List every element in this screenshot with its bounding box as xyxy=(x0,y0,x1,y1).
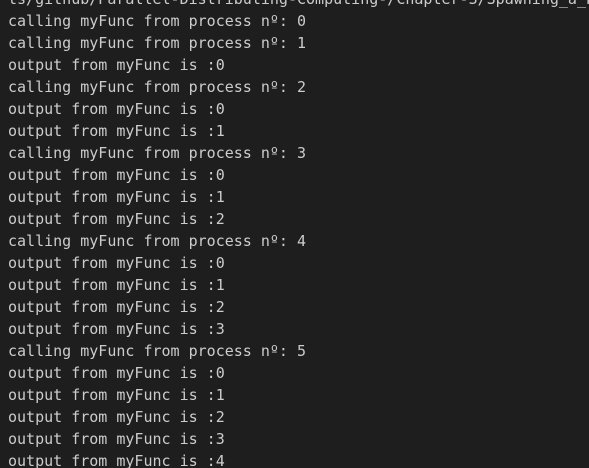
terminal-line: output from myFunc is :0 xyxy=(8,100,225,118)
terminal-line: output from myFunc is :0 xyxy=(8,166,225,184)
terminal-output: ts/github/Parallel-Distributing-Computin… xyxy=(8,0,589,468)
terminal-line: output from myFunc is :2 xyxy=(8,210,225,228)
terminal-line: output from myFunc is :0 xyxy=(8,56,225,74)
terminal-line: output from myFunc is :1 xyxy=(8,276,225,294)
terminal-line: output from myFunc is :0 xyxy=(8,364,225,382)
terminal-panel[interactable]: ts/github/Parallel-Distributing-Computin… xyxy=(0,0,589,468)
terminal-line: output from myFunc is :2 xyxy=(8,408,225,426)
terminal-line: output from myFunc is :0 xyxy=(8,254,225,272)
terminal-line: output from myFunc is :1 xyxy=(8,188,225,206)
terminal-line: calling myFunc from process nº: 3 xyxy=(8,144,307,162)
terminal-line-path: ts/github/Parallel-Distributing-Computin… xyxy=(8,0,589,10)
terminal-line: output from myFunc is :3 xyxy=(8,430,225,448)
terminal-line: output from myFunc is :3 xyxy=(8,320,225,338)
terminal-line: calling myFunc from process nº: 0 xyxy=(8,12,307,30)
terminal-line: output from myFunc is :1 xyxy=(8,122,225,140)
terminal-line: calling myFunc from process nº: 2 xyxy=(8,78,307,96)
terminal-line: output from myFunc is :1 xyxy=(8,386,225,404)
terminal-line: calling myFunc from process nº: 1 xyxy=(8,34,307,52)
terminal-line: calling myFunc from process nº: 5 xyxy=(8,342,307,360)
terminal-line: calling myFunc from process nº: 4 xyxy=(8,232,307,250)
terminal-line: output from myFunc is :2 xyxy=(8,298,225,316)
terminal-line: output from myFunc is :4 xyxy=(8,452,225,468)
